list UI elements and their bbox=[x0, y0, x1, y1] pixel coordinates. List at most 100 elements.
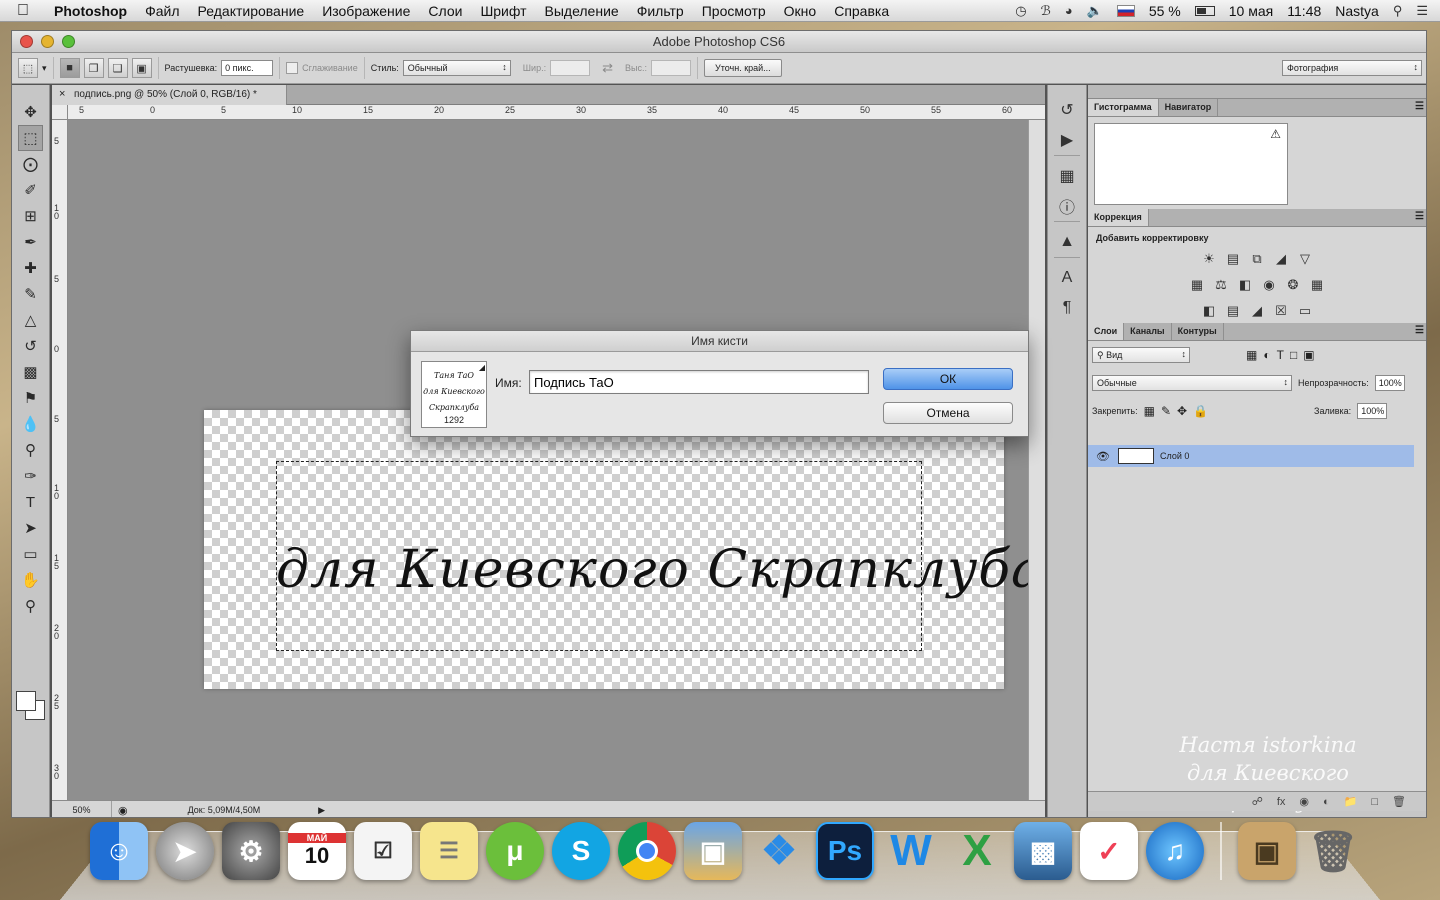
blur-tool-icon[interactable]: 💧 bbox=[12, 411, 49, 437]
zoom-window-button[interactable] bbox=[62, 35, 75, 48]
new-layer-icon[interactable]: □ bbox=[1371, 796, 1378, 808]
foreground-color-swatch[interactable] bbox=[16, 691, 36, 711]
selective-color-icon[interactable]: ☒ bbox=[1272, 303, 1290, 319]
curves-icon[interactable]: ⧉ bbox=[1248, 251, 1266, 267]
layer-filter-select[interactable]: ⚲ Вид bbox=[1092, 347, 1190, 363]
filter-adjustment-icon[interactable]: ◐ bbox=[1263, 348, 1270, 362]
info-panel-icon[interactable]: ⓘ bbox=[1048, 191, 1086, 221]
swap-icon[interactable]: ⇄ bbox=[602, 60, 613, 76]
healing-brush-tool-icon[interactable]: ✚ bbox=[12, 255, 49, 281]
menubar-time[interactable]: 11:48 bbox=[1287, 3, 1321, 19]
photo-filter-icon[interactable]: ◉ bbox=[1260, 277, 1278, 293]
screen-sharing-icon[interactable]: ▩ bbox=[1014, 822, 1072, 880]
channel-mixer-icon[interactable]: ❂ bbox=[1284, 277, 1302, 293]
lock-all-icon[interactable]: 🔒 bbox=[1193, 404, 1208, 418]
iphoto-icon[interactable]: ▣ bbox=[684, 822, 742, 880]
hue-saturation-icon[interactable]: ▦ bbox=[1188, 277, 1206, 293]
gradient-map-icon[interactable]: ▭ bbox=[1296, 303, 1314, 319]
lock-position-icon[interactable]: ✥ bbox=[1177, 404, 1187, 418]
app-menu[interactable]: Photoshop bbox=[46, 3, 136, 19]
crop-tool-icon[interactable]: ⊞ bbox=[12, 203, 49, 229]
notification-center-icon[interactable]: ☰ bbox=[1416, 3, 1428, 19]
character-panel-icon[interactable]: A bbox=[1048, 263, 1086, 293]
lock-pixels-icon[interactable]: ✎ bbox=[1161, 404, 1171, 418]
utorrent-icon[interactable]: μ bbox=[486, 822, 544, 880]
subtract-selection-icon[interactable]: ❑ bbox=[107, 58, 128, 78]
adjustment-layer-icon[interactable]: ◐ bbox=[1323, 796, 1330, 808]
paragraph-panel-icon[interactable]: ¶ bbox=[1048, 293, 1086, 323]
battery-icon[interactable] bbox=[1194, 5, 1215, 16]
quick-selection-tool-icon[interactable]: ✐ bbox=[12, 177, 49, 203]
antialias-checkbox[interactable] bbox=[286, 62, 299, 74]
menu-file[interactable]: Файл bbox=[136, 3, 188, 19]
apple-icon[interactable]:  bbox=[0, 2, 46, 20]
launchpad-icon[interactable]: ➤ bbox=[156, 822, 214, 880]
opacity-input[interactable]: 100% bbox=[1374, 375, 1405, 391]
move-tool-icon[interactable]: ✥ bbox=[12, 99, 49, 125]
workspace-select[interactable]: Фотография bbox=[1282, 60, 1422, 76]
trash-icon[interactable]: 🗑 bbox=[1304, 822, 1362, 880]
excel-icon[interactable]: X bbox=[948, 822, 1006, 880]
brush-name-input[interactable] bbox=[529, 370, 869, 394]
tab-correction[interactable]: Коррекция bbox=[1088, 209, 1149, 226]
new-group-icon[interactable]: 📁 bbox=[1344, 795, 1358, 808]
brightness-icon[interactable]: ☀ bbox=[1200, 251, 1218, 267]
bluetooth-icon[interactable]: ℬ bbox=[1041, 3, 1051, 19]
width-input[interactable] bbox=[550, 60, 591, 76]
horizontal-ruler[interactable]: 5 0 5 10 15 20 25 30 35 40 45 50 55 60 bbox=[68, 105, 1045, 120]
paint-bucket-tool-icon[interactable]: ⚑ bbox=[12, 385, 49, 411]
link-layers-icon[interactable]: ☍ bbox=[1252, 795, 1263, 808]
zoom-tool-icon[interactable]: ⚲ bbox=[12, 593, 49, 619]
panel-menu-icon[interactable]: ☰ bbox=[1415, 211, 1424, 222]
swatches-panel-icon[interactable]: ▦ bbox=[1048, 161, 1086, 191]
fill-input[interactable]: 100% bbox=[1357, 403, 1388, 419]
type-tool-icon[interactable]: T bbox=[12, 489, 49, 515]
warning-icon[interactable]: ⚠ bbox=[1270, 127, 1281, 141]
hand-tool-icon[interactable]: ✋ bbox=[12, 567, 49, 593]
filter-smart-icon[interactable]: ▣ bbox=[1303, 348, 1314, 362]
tab-histogram[interactable]: Гистограмма bbox=[1088, 99, 1159, 116]
layer-mask-icon[interactable]: ◉ bbox=[1299, 795, 1309, 808]
shape-tool-icon[interactable]: ▭ bbox=[12, 541, 49, 567]
skype-icon[interactable]: S bbox=[552, 822, 610, 880]
preset-dropdown-icon[interactable]: ▾ bbox=[42, 63, 47, 74]
system-preferences-icon[interactable]: ⚙ bbox=[222, 822, 280, 880]
pocket-icon[interactable]: ✓ bbox=[1080, 822, 1138, 880]
menu-view[interactable]: Просмотр bbox=[693, 3, 775, 19]
rectangular-marquee-tool-icon[interactable]: ⬚ bbox=[18, 125, 43, 151]
color-balance-icon[interactable]: ⚖ bbox=[1212, 277, 1230, 293]
ruler-corner[interactable] bbox=[52, 105, 68, 120]
word-icon[interactable]: W bbox=[882, 822, 940, 880]
invert-icon[interactable]: ◧ bbox=[1200, 303, 1218, 319]
finder-icon[interactable]: ☺ bbox=[90, 822, 148, 880]
pen-tool-icon[interactable]: ✑ bbox=[12, 463, 49, 489]
chrome-icon[interactable] bbox=[618, 822, 676, 880]
blend-mode-select[interactable]: Обычные bbox=[1092, 375, 1292, 391]
layer-style-icon[interactable]: fx bbox=[1277, 796, 1286, 808]
intersect-selection-icon[interactable]: ▣ bbox=[131, 58, 152, 78]
lasso-tool-icon[interactable]: ⨀ bbox=[12, 151, 49, 177]
marquee-preset-icon[interactable]: ⬚ bbox=[18, 58, 38, 78]
lock-transparent-icon[interactable]: ▦ bbox=[1144, 404, 1155, 418]
wifi-icon[interactable]: ◕ bbox=[1065, 3, 1073, 18]
menu-type[interactable]: Шрифт bbox=[471, 3, 535, 19]
cancel-button[interactable]: Отмена bbox=[883, 402, 1013, 424]
visibility-eye-icon[interactable]: 👁 bbox=[1088, 450, 1118, 463]
tab-channels[interactable]: Каналы bbox=[1124, 323, 1172, 340]
close-tab-icon[interactable]: × bbox=[59, 85, 65, 104]
path-selection-tool-icon[interactable]: ➤ bbox=[12, 515, 49, 541]
style-select[interactable]: Обычный bbox=[402, 60, 511, 76]
clone-stamp-tool-icon[interactable]: △ bbox=[12, 307, 49, 333]
menu-filter[interactable]: Фильтр bbox=[628, 3, 693, 19]
zoom-level[interactable]: 50% bbox=[52, 801, 112, 817]
levels-icon[interactable]: ▤ bbox=[1224, 251, 1242, 267]
dropbox-icon[interactable]: ❖ bbox=[750, 822, 808, 880]
vertical-scrollbar[interactable] bbox=[1028, 120, 1045, 800]
document-tab[interactable]: × подпись.png @ 50% (Слой 0, RGB/16) * bbox=[52, 85, 287, 105]
clone-source-panel-icon[interactable]: ▲ bbox=[1048, 227, 1086, 257]
brush-tool-icon[interactable]: ✎ bbox=[12, 281, 49, 307]
time-machine-icon[interactable]: ◷ bbox=[1015, 3, 1026, 19]
status-menu-icon[interactable]: ◉ bbox=[118, 804, 128, 817]
threshold-icon[interactable]: ◢ bbox=[1248, 303, 1266, 319]
menubar-date[interactable]: 10 мая bbox=[1229, 3, 1273, 19]
